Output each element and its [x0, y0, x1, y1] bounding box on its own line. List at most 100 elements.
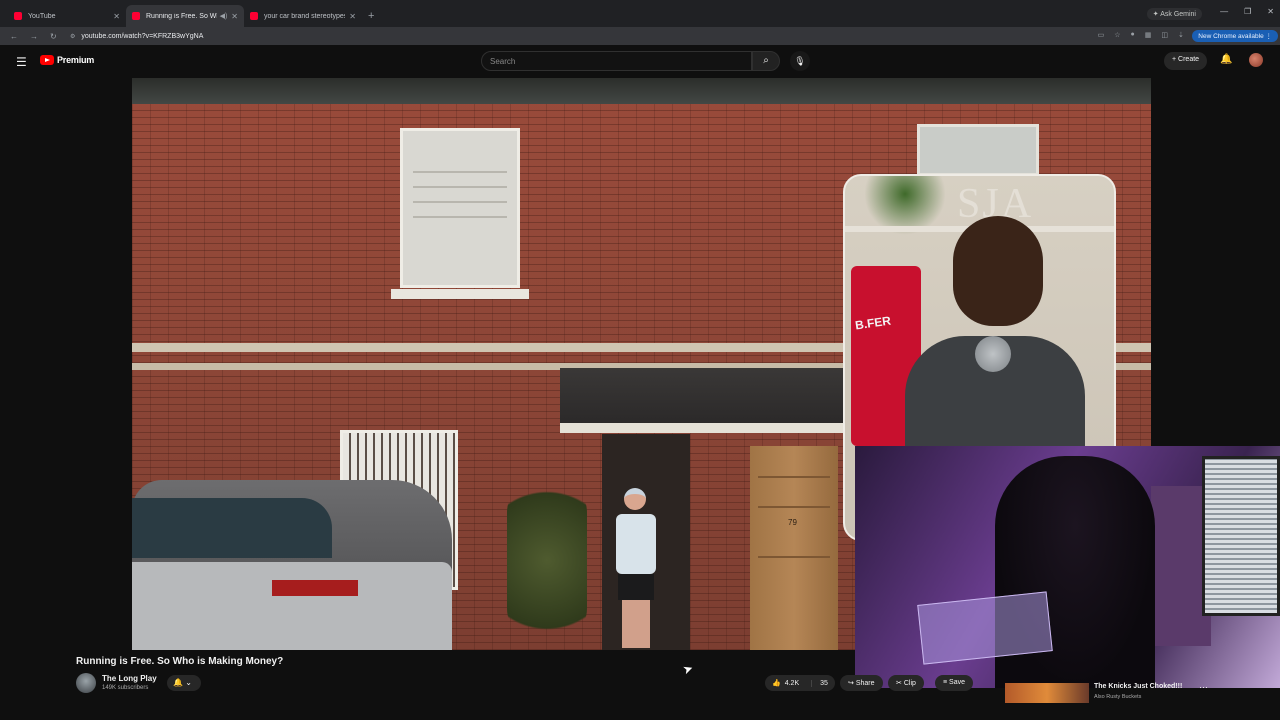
tab-title: your car brand stereotypes...: [264, 12, 346, 20]
shutter-slat: [413, 186, 507, 188]
runner-head: [624, 488, 646, 510]
sidepanel-icon[interactable]: ◫: [1161, 31, 1168, 39]
shutter-slat: [413, 171, 507, 173]
browser-toolbar: ← → ↻ ⚙ youtube.com/watch?v=KFRZB3wYgNA …: [0, 27, 1280, 45]
door-panel: [758, 506, 830, 508]
window-controls: — ❐ ✕: [1220, 7, 1274, 16]
upper-window: [391, 128, 529, 299]
site-info-icon[interactable]: ⚙: [70, 33, 75, 40]
save-button[interactable]: ≡ Save: [935, 675, 974, 691]
speaker-icon[interactable]: ◀): [220, 12, 228, 20]
window-sill: [391, 289, 529, 299]
runner-vest: [616, 514, 656, 574]
address-bar[interactable]: ⚙ youtube.com/watch?v=KFRZB3wYgNA: [66, 30, 1196, 43]
search-input[interactable]: Search: [481, 51, 752, 71]
shutter-slat: [413, 216, 507, 218]
search-icon: ⌕: [763, 55, 769, 66]
logo-label: Premium: [57, 55, 95, 65]
youtube-favicon-icon: [14, 12, 22, 20]
youtube-favicon-icon: [132, 12, 140, 20]
porch-trim: [560, 423, 850, 433]
save-icon: ≡: [943, 679, 948, 686]
url-text: youtube.com/watch?v=KFRZB3wYgNA: [81, 33, 204, 40]
streamer-webcam: [855, 446, 1280, 688]
shrub: [507, 473, 587, 648]
like-dislike-button[interactable]: 👍 4.2K 35: [765, 675, 835, 691]
subscriber-count: 149K subscribers: [102, 685, 149, 691]
clip-icon: ✂: [896, 680, 902, 687]
runner-shorts: [618, 574, 654, 600]
side-monitor: [1202, 456, 1280, 616]
mic-icon: 🎙: [794, 56, 806, 66]
porch-roof: [560, 368, 850, 428]
close-tab-icon[interactable]: ✕: [113, 12, 120, 21]
create-button[interactable]: + Create: [1164, 52, 1208, 70]
suggested-video-channel: Also Rusty Buckets: [1094, 694, 1142, 700]
parked-car: [132, 480, 452, 650]
browser-tab-strip: YouTube ✕ Running is Free. So Who o ◀) ✕…: [0, 0, 1280, 27]
tab-running-is-free[interactable]: Running is Free. So Who o ◀) ✕: [126, 5, 244, 27]
thumbs-up-icon: 👍: [772, 680, 781, 687]
runner-figure: [610, 488, 662, 648]
clip-button[interactable]: ✂ Clip: [888, 675, 924, 691]
install-icon[interactable]: ▭: [1098, 31, 1105, 39]
toolbar-icons: ▭ ☆ ● ▦ ◫ ⇣ ◉: [1098, 31, 1200, 39]
wooden-door: 79: [750, 446, 838, 650]
minimize-icon[interactable]: —: [1220, 7, 1228, 16]
channel-name[interactable]: The Long Play: [102, 674, 157, 683]
save-label: Save: [949, 679, 966, 686]
back-icon[interactable]: ←: [10, 32, 18, 41]
reload-icon[interactable]: ↻: [50, 32, 57, 41]
tab-youtube[interactable]: YouTube ✕: [8, 5, 126, 27]
upper-window-right: [917, 124, 1039, 176]
bookmark-star-icon[interactable]: ☆: [1114, 31, 1120, 39]
ask-gemini-label: Ask Gemini: [1160, 11, 1196, 18]
youtube-header: ☰ Premium Search ⌕ 🎙 + Create 🔔: [0, 45, 1280, 77]
youtube-premium-logo[interactable]: Premium: [40, 55, 94, 65]
extension-icon[interactable]: ●: [1131, 31, 1135, 39]
youtube-favicon-icon: [250, 12, 258, 20]
clip-label: Clip: [903, 680, 916, 687]
runner-legs: [622, 600, 650, 648]
ask-gemini-button[interactable]: ✦ Ask Gemini: [1146, 8, 1202, 20]
mouse-cursor-icon: ➤: [680, 660, 696, 678]
tab-title: YouTube: [28, 12, 56, 20]
youtube-play-icon: [40, 55, 54, 65]
shutter-slat: [413, 201, 507, 203]
presenter-head: [953, 216, 1043, 326]
voice-search-button[interactable]: 🎙: [790, 51, 810, 71]
door-panel: [758, 476, 830, 478]
car-body: [132, 562, 452, 650]
suggested-video-thumbnail[interactable]: [1005, 683, 1089, 703]
notifications-bell-icon[interactable]: 🔔: [1220, 54, 1232, 65]
bell-icon: 🔔: [173, 678, 183, 687]
search-button[interactable]: ⌕: [752, 51, 780, 71]
hamburger-menu-icon[interactable]: ☰: [16, 55, 27, 69]
tab-car-brand[interactable]: your car brand stereotypes... ✕: [244, 5, 362, 27]
share-button[interactable]: ↪ Share: [840, 675, 883, 691]
share-icon: ↪: [848, 680, 854, 687]
chrome-update-label: New Chrome available: [1198, 33, 1264, 40]
subscribe-notifications-button[interactable]: 🔔 ⌄: [167, 675, 201, 691]
channel-avatar[interactable]: [76, 673, 96, 693]
door-panel: [758, 556, 830, 558]
car-tail-light: [272, 580, 358, 596]
account-avatar[interactable]: [1249, 53, 1263, 67]
close-tab-icon[interactable]: ✕: [231, 12, 238, 21]
extensions-puzzle-icon[interactable]: ▦: [1145, 31, 1152, 39]
close-tab-icon[interactable]: ✕: [349, 12, 356, 21]
chrome-update-button[interactable]: New Chrome available ⋮: [1192, 30, 1278, 42]
downloads-icon[interactable]: ⇣: [1178, 31, 1184, 39]
chevron-down-icon: ⌄: [185, 678, 192, 687]
microphone: [975, 336, 1011, 372]
more-options-icon[interactable]: ⋯: [1199, 682, 1208, 693]
video-title: Running is Free. So Who is Making Money?: [76, 656, 284, 667]
create-label: Create: [1178, 56, 1200, 63]
roof-gutter: [132, 78, 1151, 104]
forward-icon[interactable]: →: [30, 32, 38, 41]
close-window-icon[interactable]: ✕: [1267, 7, 1274, 16]
suggested-video-title[interactable]: The Knicks Just Choked!!!: [1094, 683, 1182, 690]
restore-icon[interactable]: ❐: [1244, 7, 1251, 16]
tab-title: Running is Free. So Who o: [146, 12, 217, 20]
new-tab-icon[interactable]: +: [368, 10, 374, 22]
